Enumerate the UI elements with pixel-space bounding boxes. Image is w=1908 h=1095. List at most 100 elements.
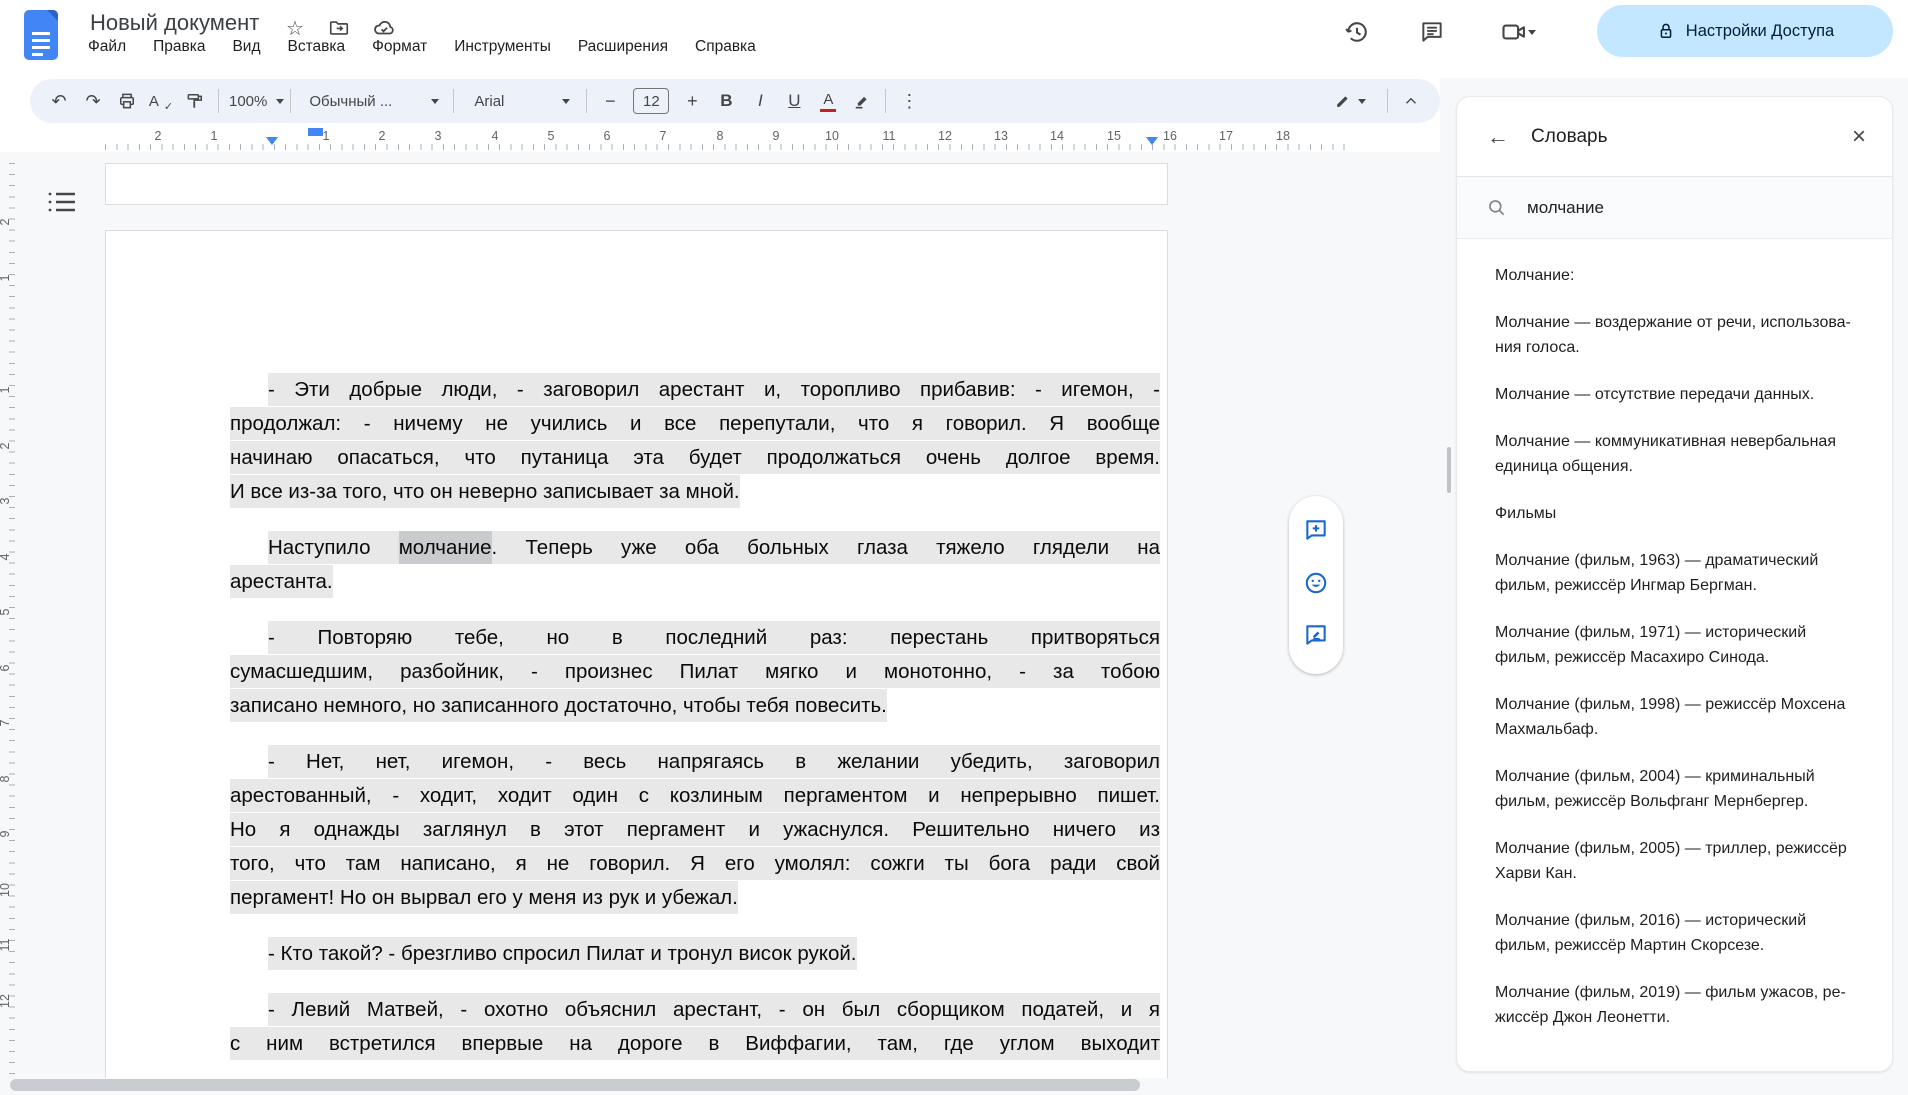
hide-menus-button[interactable]	[1394, 84, 1428, 118]
ruler-label: 12	[935, 129, 955, 143]
search-input[interactable]: молчание	[1527, 198, 1604, 218]
toolbar-divider	[586, 89, 587, 113]
right-indent-marker[interactable]	[1146, 137, 1158, 151]
ruler-label: 1	[204, 129, 224, 143]
comments-icon[interactable]	[1416, 16, 1448, 48]
font-size-input[interactable]: 12	[633, 88, 669, 114]
paragraph: - Кто такой? - брезгливо спросил Пилат и…	[230, 937, 1160, 971]
dictionary-entry: Молчание (фильм, 1998) — режиссёр Мохсен…	[1495, 692, 1864, 742]
ruler-label: 15	[1104, 129, 1124, 143]
ruler-label: 10	[0, 882, 14, 898]
horizontal-scrollbar-thumb[interactable]	[10, 1079, 1140, 1091]
menu-file[interactable]: Файл	[88, 38, 126, 56]
back-arrow-icon[interactable]: ←	[1487, 124, 1509, 150]
ruler-label: 1	[0, 270, 14, 286]
dictionary-entry: Молчание (фильм, 2019) — фильм ужасов, р…	[1495, 980, 1864, 1030]
paragraph-style-select[interactable]: Обычный ...	[297, 84, 447, 118]
toolbar-divider	[1387, 89, 1388, 113]
horizontal-ruler[interactable]: 2 1 1 2 3 4 5 6 7 8 9 10 11 12 13 14 15 …	[0, 126, 1455, 152]
document-title[interactable]: Новый документ	[90, 10, 259, 36]
dictionary-entry: Молчание (фильм, 2004) — криминальный фи…	[1495, 764, 1864, 814]
menu-extensions[interactable]: Расширения	[578, 38, 668, 56]
menu-format[interactable]: Формат	[372, 38, 427, 56]
toolbar-divider	[885, 89, 886, 113]
ruler-label: 2	[0, 438, 14, 454]
ruler-label: 7	[653, 129, 673, 143]
ruler-label: 11	[879, 129, 899, 143]
close-icon[interactable]: ×	[1852, 123, 1866, 151]
decrease-font-size-button[interactable]: −	[593, 84, 627, 118]
dictionary-entry: Молчание — коммуникативная невербальная …	[1495, 429, 1864, 479]
left-indent-marker[interactable]	[266, 137, 278, 151]
panel-title: Словарь	[1531, 126, 1852, 148]
floating-actions	[1289, 496, 1343, 674]
version-history-icon[interactable]	[1341, 16, 1373, 48]
dictionary-panel: ← Словарь × молчание Молчание: Молчание …	[1456, 96, 1893, 1072]
editing-mode-select[interactable]	[1317, 84, 1381, 118]
lock-icon	[1656, 21, 1676, 41]
menu-insert[interactable]: Вставка	[288, 38, 346, 56]
google-docs-logo[interactable]	[24, 10, 58, 60]
print-button[interactable]	[110, 84, 144, 118]
share-settings-button[interactable]: Настройки Доступа	[1597, 5, 1893, 57]
paint-format-button[interactable]	[178, 84, 212, 118]
menu-edit[interactable]: Правка	[153, 38, 205, 56]
previous-page-bottom	[105, 163, 1168, 205]
text-color-button[interactable]: A	[811, 84, 845, 118]
ruler-label: 2	[0, 214, 14, 230]
undo-button[interactable]: ↶	[42, 84, 76, 118]
ruler-label: 6	[597, 129, 617, 143]
document-page[interactable]: - Эти добрые люди, - заговорил арестант …	[105, 230, 1168, 1078]
dictionary-results: Молчание: Молчание — воздержание от речи…	[1457, 239, 1892, 1030]
more-options-button[interactable]: ⋮	[892, 84, 926, 118]
highlight-color-button[interactable]	[845, 84, 879, 118]
ruler-label: 4	[485, 129, 505, 143]
toolbar-divider	[290, 89, 291, 113]
font-select[interactable]: Arial	[460, 84, 580, 118]
ruler-label: 2	[148, 129, 168, 143]
video-call-icon[interactable]	[1489, 16, 1547, 48]
ruler-label: 3	[0, 493, 14, 509]
ruler-label: 16	[1160, 129, 1180, 143]
emoji-reaction-button[interactable]	[1303, 570, 1329, 601]
toolbar-divider	[453, 89, 454, 113]
first-line-indent-marker[interactable]	[308, 128, 323, 136]
vertical-ruler[interactable]: 2 1 1 2 3 4 5 6 7 8 9 10 11 12	[0, 152, 16, 1095]
docs-logo-fold	[47, 10, 58, 21]
cloud-saved-icon	[372, 16, 396, 40]
ruler-label: 8	[0, 771, 14, 787]
underline-button[interactable]: U	[777, 84, 811, 118]
ruler-label: 18	[1273, 129, 1293, 143]
ruler-label: 3	[428, 129, 448, 143]
vertical-scrollbar-thumb[interactable]	[1447, 447, 1451, 493]
increase-font-size-button[interactable]: +	[675, 84, 709, 118]
document-outline-icon[interactable]	[46, 189, 80, 219]
menu-view[interactable]: Вид	[232, 38, 260, 56]
move-to-folder-icon[interactable]	[327, 16, 351, 40]
dictionary-entry: Молчание (фильм, 1963) — драматический ф…	[1495, 548, 1864, 598]
italic-button[interactable]: I	[743, 84, 777, 118]
zoom-select[interactable]: 100%	[225, 84, 284, 118]
chevron-up-icon	[1402, 92, 1420, 110]
add-comment-button[interactable]	[1303, 517, 1329, 548]
redo-button[interactable]: ↷	[76, 84, 110, 118]
dictionary-search[interactable]: молчание	[1457, 177, 1892, 239]
document-text: - Эти добрые люди, - заговорил арестант …	[106, 231, 1167, 1061]
ruler-label: 2	[372, 129, 392, 143]
menu-tools[interactable]: Инструменты	[454, 38, 551, 56]
spellcheck-button[interactable]: A✓	[144, 84, 178, 118]
ruler-label: 5	[541, 129, 561, 143]
toolbar-divider	[218, 89, 219, 113]
dictionary-entry: Молчание (фильм, 2005) — триллер, режисс…	[1495, 836, 1864, 886]
suggest-edits-button[interactable]	[1303, 622, 1329, 653]
star-icon[interactable]: ☆	[283, 16, 307, 40]
dictionary-entry: Молчание (фильм, 2016) — исторический фи…	[1495, 908, 1864, 958]
ruler-label: 8	[710, 129, 730, 143]
menu-help[interactable]: Справка	[695, 38, 756, 56]
ruler-label: 14	[1047, 129, 1067, 143]
highlighted-search-match: молчание	[399, 531, 492, 564]
bold-button[interactable]: B	[709, 84, 743, 118]
ruler-label: 9	[766, 129, 786, 143]
panel-header: ← Словарь ×	[1457, 97, 1892, 177]
ruler-label: 5	[0, 604, 14, 620]
